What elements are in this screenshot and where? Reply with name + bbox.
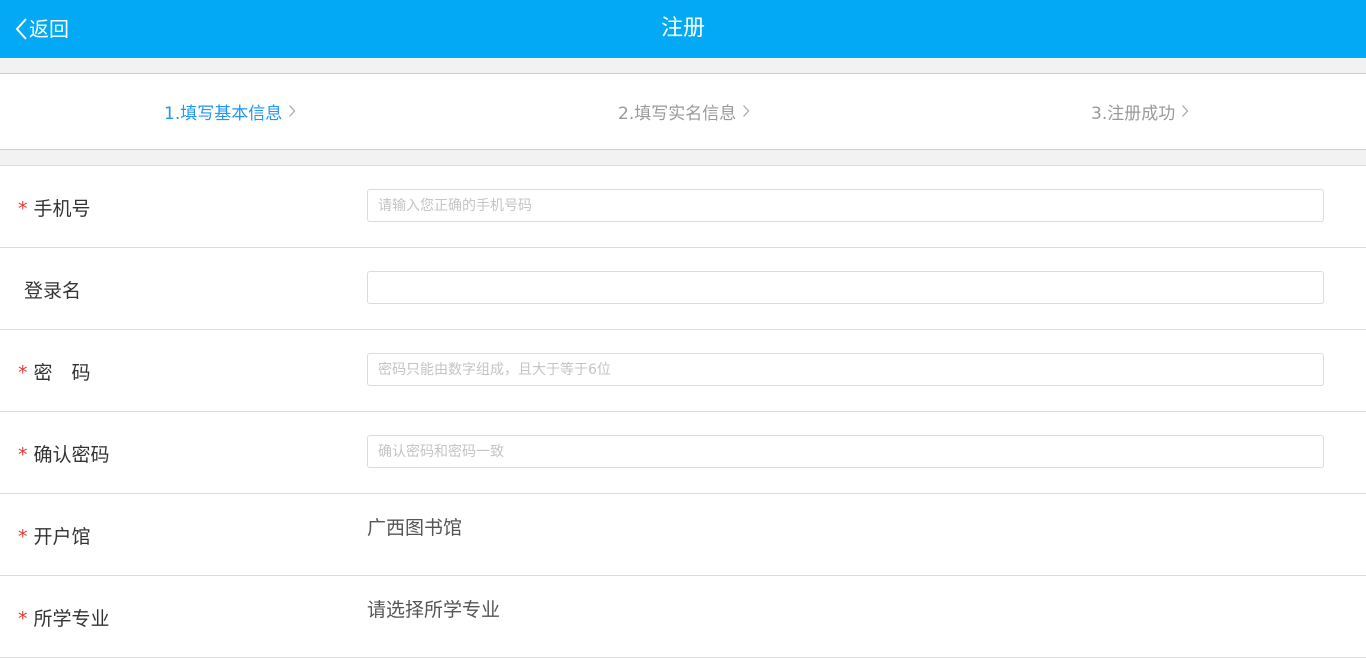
required-mark: * [18, 608, 28, 630]
page-title: 注册 [660, 16, 705, 41]
chevron-right-icon [288, 103, 296, 123]
major-label: * 所学专业 [18, 608, 110, 630]
section-divider [0, 150, 1366, 166]
step-register-success: 3.注册成功 [1091, 74, 1189, 149]
library-label: * 开户馆 [18, 526, 91, 548]
step-label: 2.填写实名信息 [618, 104, 737, 124]
phone-input[interactable] [367, 189, 1324, 222]
chevron-right-icon [1181, 103, 1189, 123]
form-row-major: * 所学专业 请选择所学专业 [0, 576, 1366, 658]
form-row-login-name: 登录名 [0, 248, 1366, 330]
section-divider [0, 58, 1366, 74]
password-input[interactable] [367, 353, 1324, 386]
login-name-label: 登录名 [24, 280, 82, 302]
required-mark: * [18, 444, 28, 466]
required-mark: * [18, 198, 28, 220]
confirm-password-input[interactable] [367, 435, 1324, 468]
phone-label: * 手机号 [18, 198, 91, 220]
form-row-library: * 开户馆 广西图书馆 [0, 494, 1366, 576]
step-basic-info: 1.填写基本信息 [164, 74, 296, 149]
password-label: * 密 码 [18, 362, 91, 384]
confirm-password-label: * 确认密码 [18, 444, 110, 466]
form-row-password: * 密 码 [0, 330, 1366, 412]
major-select[interactable]: 请选择所学专业 [367, 595, 500, 622]
form-row-confirm-password: * 确认密码 [0, 412, 1366, 494]
step-real-name-info: 2.填写实名信息 [618, 74, 750, 149]
chevron-right-icon [742, 103, 750, 123]
login-name-input[interactable] [367, 271, 1324, 304]
form-row-phone: * 手机号 [0, 166, 1366, 248]
step-label: 3.注册成功 [1091, 104, 1176, 124]
required-mark: * [18, 362, 28, 384]
required-mark: * [18, 526, 28, 548]
library-select[interactable]: 广西图书馆 [367, 513, 462, 540]
step-label: 1.填写基本信息 [164, 104, 283, 124]
registration-steps: 1.填写基本信息 2.填写实名信息 3.注册成功 [0, 74, 1366, 150]
top-navigation-bar: 返回 注册 [0, 0, 1366, 58]
